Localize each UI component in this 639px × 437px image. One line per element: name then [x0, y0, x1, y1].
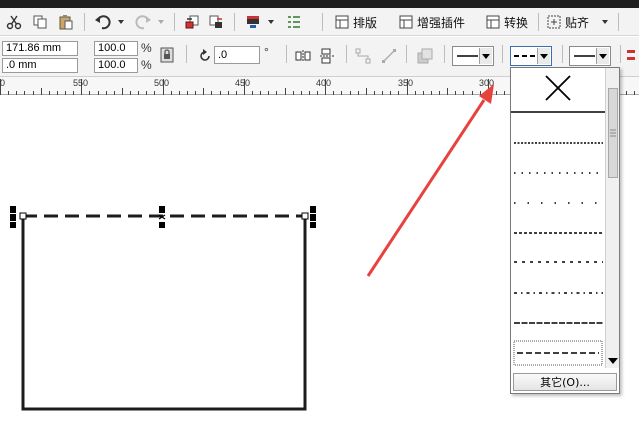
separator [234, 13, 235, 31]
ruler-label: 0 [0, 78, 6, 88]
line-style-select[interactable] [510, 46, 552, 66]
snap-button[interactable]: 贴齐 [546, 11, 589, 33]
ruler-label: 500 [154, 78, 170, 88]
dropdown-scrollbar[interactable] [605, 68, 619, 368]
mirror-vertical-icon[interactable] [318, 47, 336, 65]
node-marker[interactable] [301, 212, 309, 220]
enhance-plugin-label: 增强插件 [417, 15, 466, 30]
separator [186, 45, 187, 63]
selection-handle[interactable] [310, 214, 316, 221]
object-height-field[interactable]: .0 mm [2, 58, 78, 73]
separator [502, 45, 503, 63]
launcher-dropdown-icon[interactable] [266, 11, 276, 33]
ruler-label: 300 [479, 78, 495, 88]
line-tool-icon [380, 47, 398, 65]
line-style-option-none[interactable] [511, 68, 605, 111]
layout-icon [334, 14, 350, 30]
line-style-dropdown[interactable]: 其它(O)... [510, 67, 620, 394]
line-style-list[interactable] [511, 68, 605, 368]
undo-icon[interactable] [92, 11, 114, 33]
ruler-label: 400 [316, 78, 332, 88]
end-arrowhead-select[interactable] [569, 46, 611, 66]
rectangle-outline[interactable] [21, 216, 307, 411]
separator [322, 13, 323, 31]
scale-x-field[interactable]: 100.0 [94, 41, 138, 56]
paste-icon[interactable] [56, 11, 76, 33]
scale-y-field[interactable]: 100.0 [94, 58, 138, 73]
separator [406, 45, 407, 63]
selection-handle[interactable] [159, 222, 165, 228]
snap-dropdown-icon[interactable] [600, 11, 610, 33]
object-width-field[interactable]: 171.86 mm [2, 41, 78, 56]
redo-dropdown-icon[interactable] [156, 11, 166, 33]
convert-button[interactable]: 转换 [485, 11, 528, 33]
start-arrowhead-select[interactable] [452, 46, 494, 66]
undo-dropdown-icon[interactable] [116, 11, 126, 33]
import-icon[interactable] [182, 11, 202, 33]
snap-label: 贴齐 [565, 15, 590, 30]
export-icon[interactable] [206, 11, 226, 33]
chevron-down-icon [537, 48, 550, 64]
separator [538, 13, 539, 31]
selection-handle[interactable] [10, 214, 16, 221]
scroll-down-arrow-icon[interactable] [608, 358, 618, 364]
separator [286, 45, 287, 63]
separator [620, 45, 621, 63]
cut-icon[interactable] [4, 11, 24, 33]
separator [562, 45, 563, 63]
snap-icon [546, 14, 562, 30]
chevron-down-icon [479, 48, 492, 64]
selection-handle[interactable] [159, 206, 165, 213]
convert-label: 转换 [504, 15, 529, 30]
lock-ratio-icon[interactable] [158, 46, 176, 64]
separator [444, 45, 445, 63]
annotation-arrow [366, 99, 486, 277]
other-line-styles-button[interactable]: 其它(O)... [513, 373, 617, 391]
line-style-option-selected-dash[interactable] [513, 340, 603, 366]
selection-handle[interactable] [10, 206, 16, 213]
plugin-icon [398, 14, 414, 30]
copy-icon[interactable] [30, 11, 50, 33]
layout-menu-button[interactable]: 排版 [334, 11, 377, 33]
node-marker[interactable] [19, 212, 27, 220]
rotation-angle-field[interactable]: .0 [214, 46, 260, 64]
selection-handle[interactable] [10, 222, 16, 228]
separator [174, 13, 175, 31]
convert-icon [485, 14, 501, 30]
scrollbar-thumb[interactable] [608, 88, 618, 178]
separator [618, 13, 619, 31]
title-bar-strip [0, 0, 639, 8]
selection-handle[interactable] [310, 222, 316, 228]
ruler-label: 450 [235, 78, 251, 88]
rotation-degree-unit: ° [264, 45, 269, 59]
standard-toolbar: 排版 增强插件 转换 贴齐 [0, 8, 639, 36]
ruler-label: 550 [73, 78, 89, 88]
separator [346, 45, 347, 63]
scale-x-percent: % [141, 41, 152, 55]
chevron-down-icon [596, 48, 609, 64]
ruler-label: 350 [398, 78, 414, 88]
convert-to-curves-icon [416, 47, 434, 65]
enhance-plugin-button[interactable]: 增强插件 [398, 11, 465, 33]
scale-y-percent: % [141, 58, 152, 72]
selection-handle[interactable] [310, 206, 316, 213]
separator [84, 13, 85, 31]
mirror-horizontal-icon[interactable] [294, 47, 312, 65]
rotate-icon [196, 47, 214, 65]
options-list-icon[interactable] [284, 11, 304, 33]
application-launcher-icon[interactable] [242, 11, 264, 33]
connector-icon [354, 47, 372, 65]
redo-icon[interactable] [132, 11, 154, 33]
more-options-icon[interactable] [624, 47, 638, 65]
layout-label: 排版 [353, 15, 378, 30]
